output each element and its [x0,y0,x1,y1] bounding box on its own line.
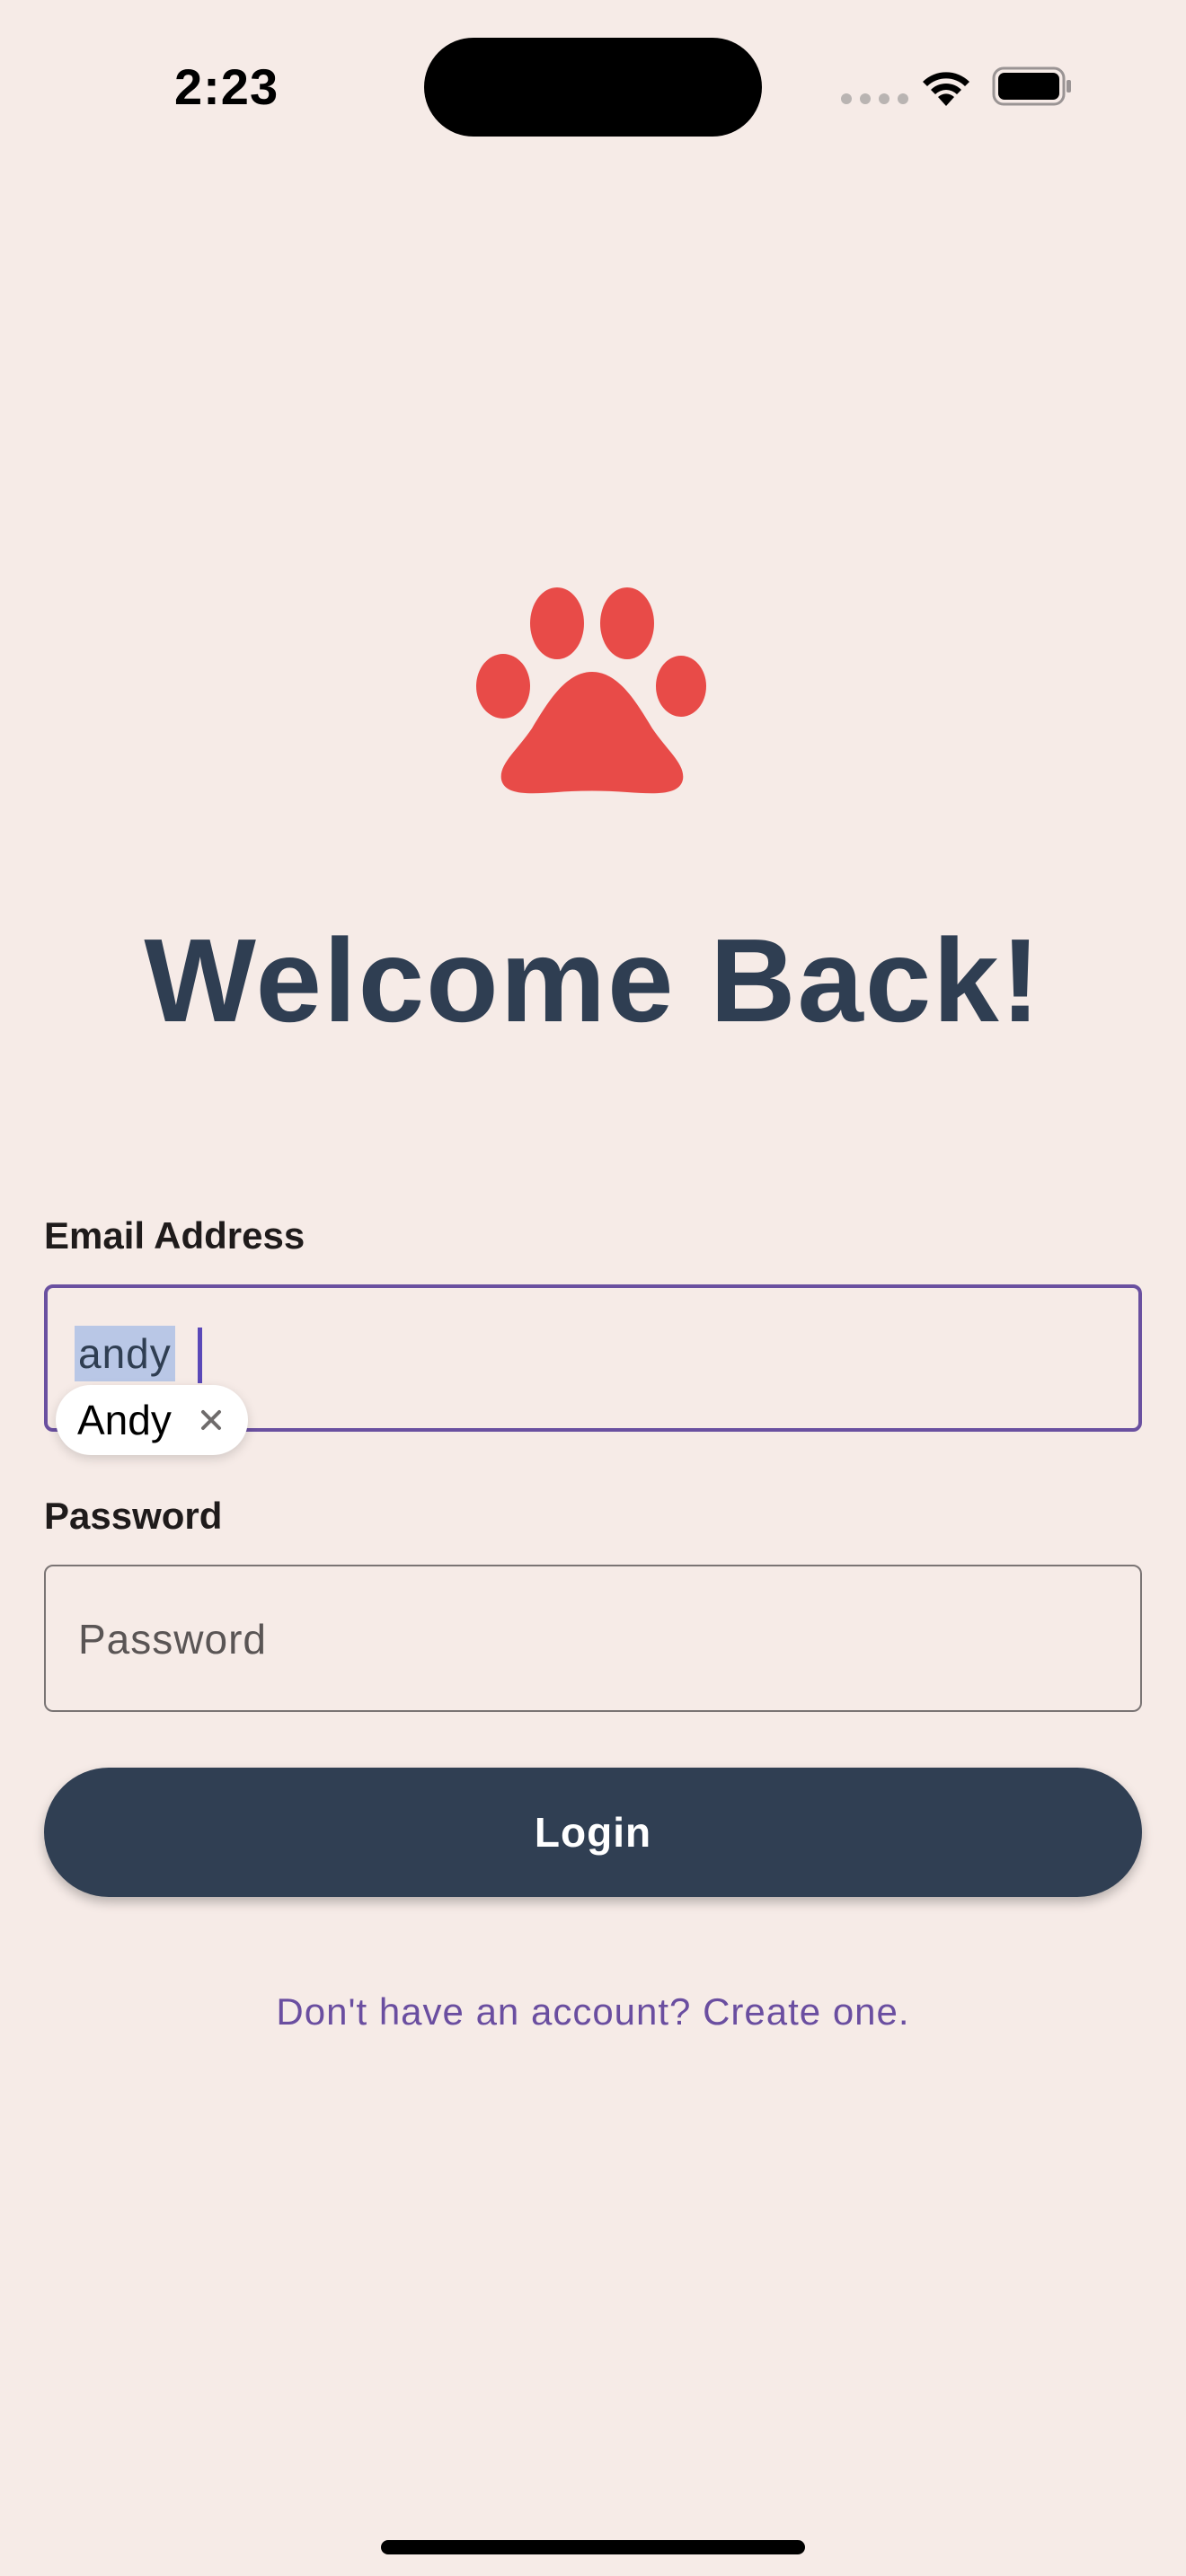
autofill-suggestion-chip[interactable]: Andy [56,1385,248,1455]
email-value: andy [75,1326,175,1381]
autofill-suggestion-label: Andy [77,1397,172,1443]
password-label: Password [44,1495,223,1537]
create-account-link[interactable]: Don't have an account? Create one. [0,1990,1186,2033]
dynamic-island [424,38,762,137]
paw-icon [476,587,706,794]
battery-icon [992,66,1071,106]
email-label: Email Address [44,1214,305,1257]
cellular-signal-icon [841,93,908,104]
login-button[interactable]: Login [44,1768,1142,1897]
close-icon[interactable] [194,1403,228,1437]
password-placeholder: Password [78,1616,267,1663]
status-time: 2:23 [174,58,279,115]
wifi-icon [923,72,969,106]
text-caret [198,1328,202,1383]
home-indicator[interactable] [381,2540,805,2554]
password-field[interactable]: Password [44,1565,1142,1712]
page-title: Welcome Back! [144,914,1042,1046]
